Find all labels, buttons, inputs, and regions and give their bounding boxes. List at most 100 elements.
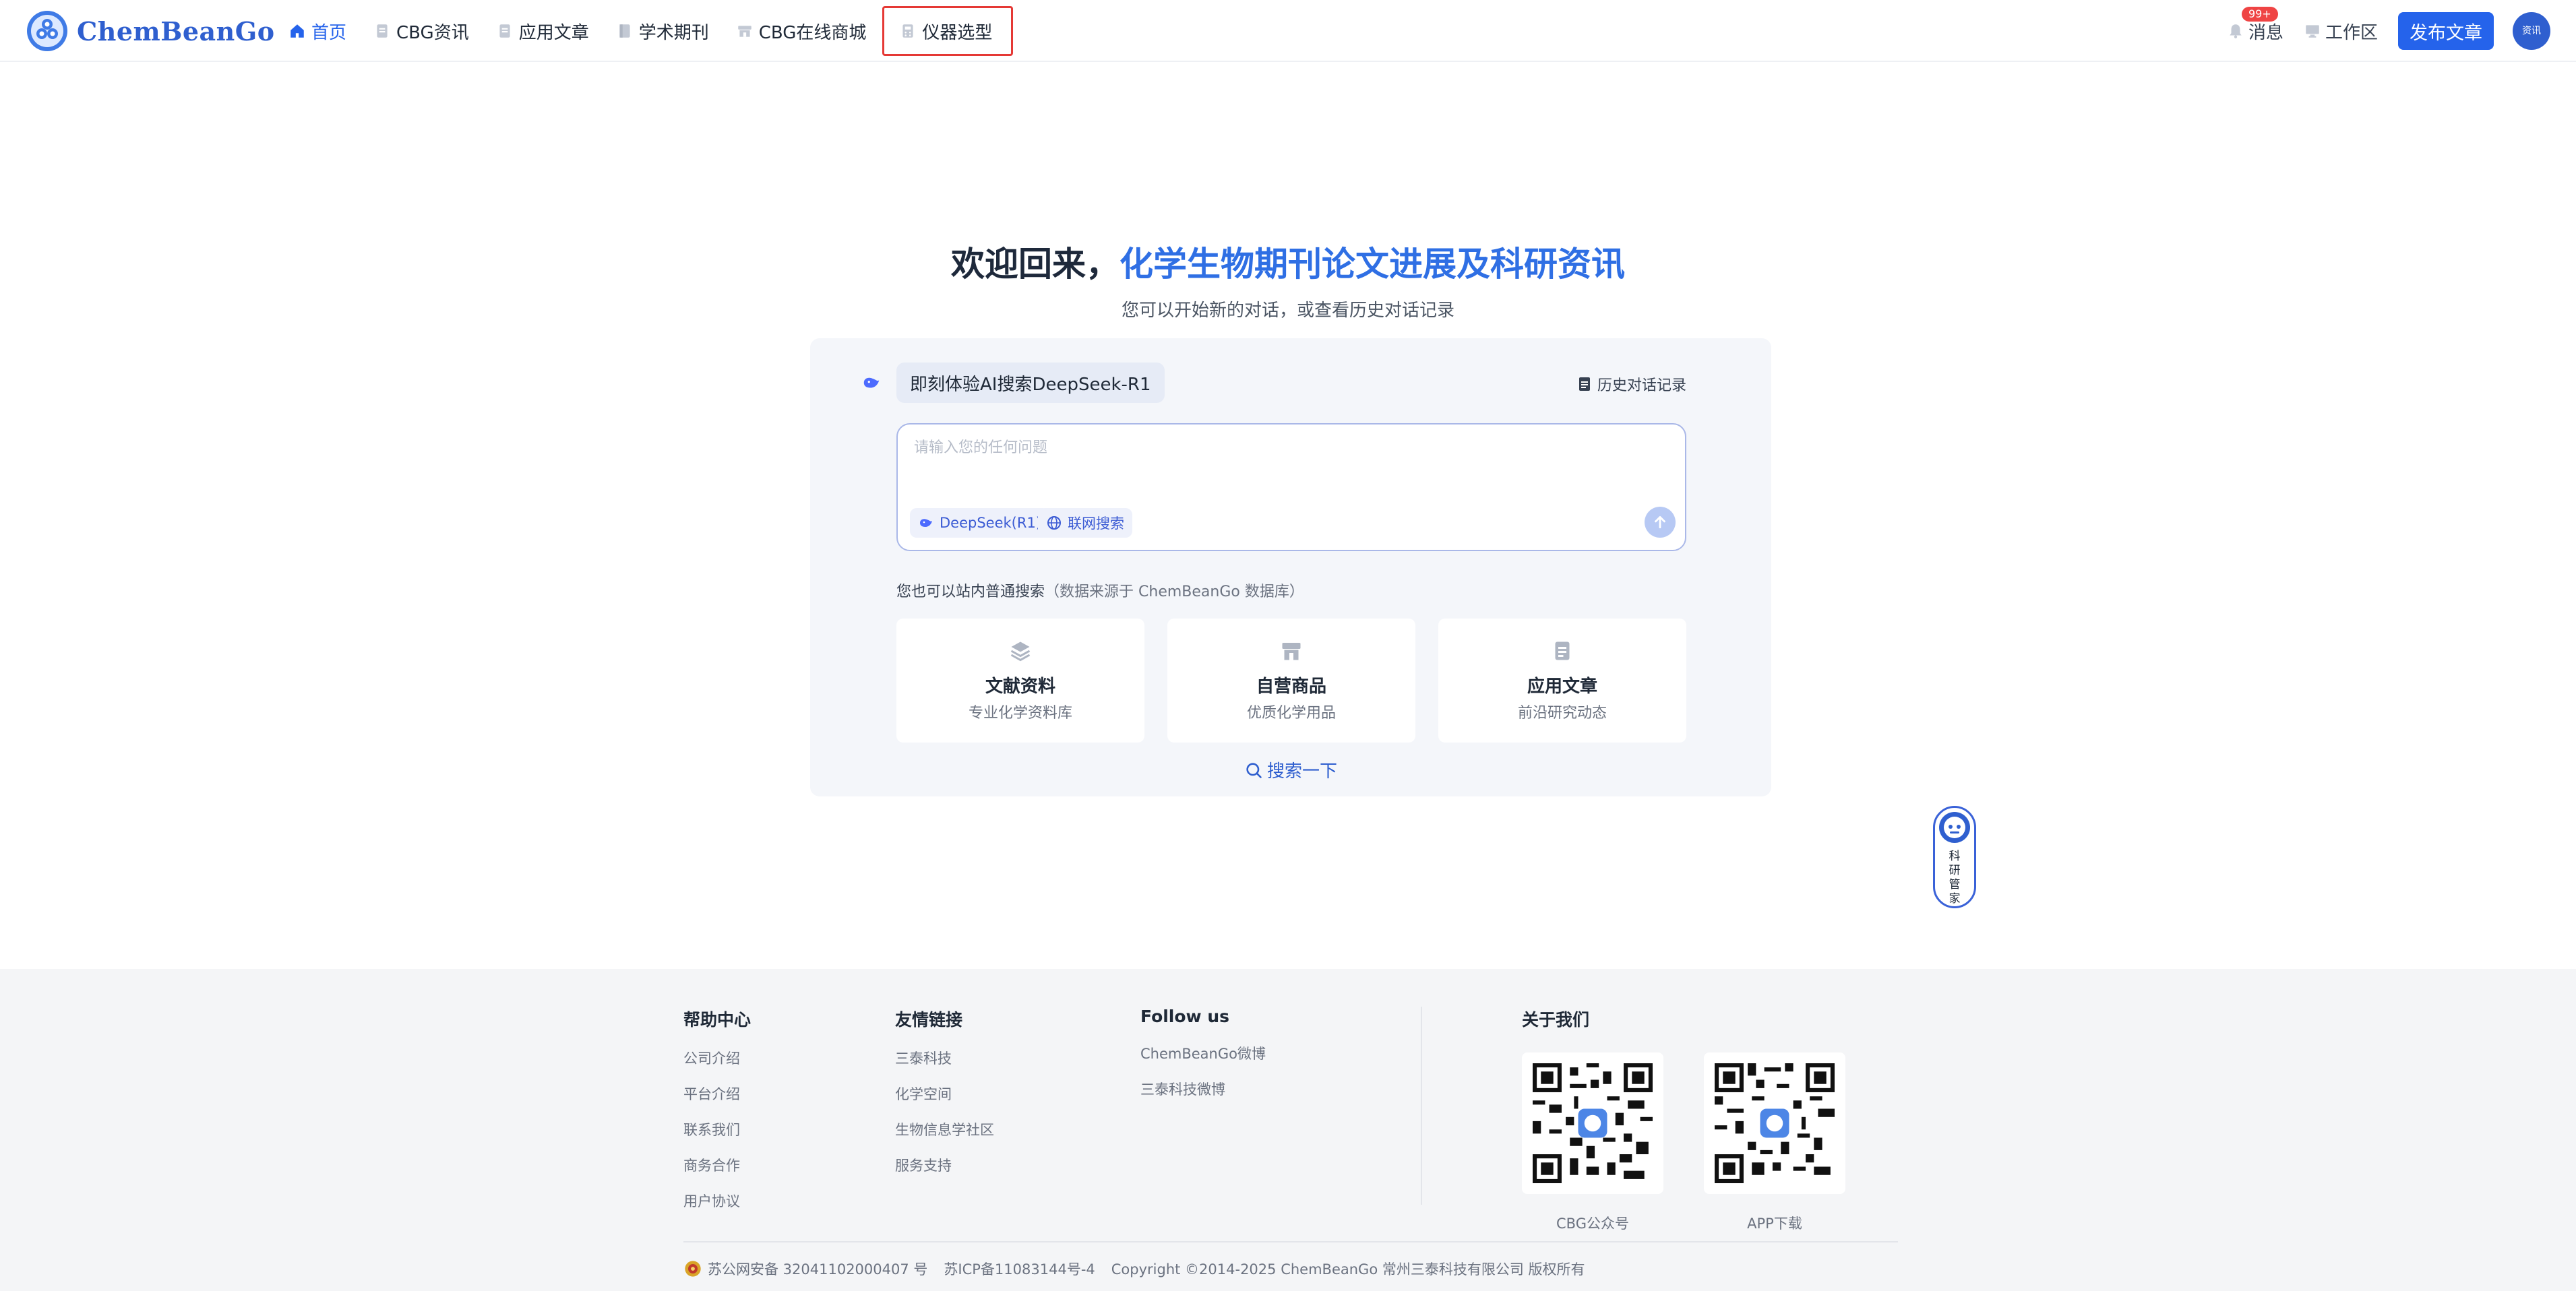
card-subtitle: 优质化学用品 bbox=[1246, 705, 1336, 722]
qr-code-official-account bbox=[1522, 1052, 1663, 1194]
footer-link[interactable]: 化学空间 bbox=[895, 1085, 994, 1121]
footer-link[interactable]: 商务合作 bbox=[683, 1157, 751, 1193]
document-icon bbox=[1550, 639, 1574, 663]
footer-bottom-divider bbox=[683, 1241, 1898, 1242]
search-icon bbox=[1244, 761, 1263, 780]
card-title: 文献资料 bbox=[985, 676, 1055, 697]
card-products[interactable]: 自营商品 优质化学用品 bbox=[1167, 619, 1415, 743]
nav-articles-label: 应用文章 bbox=[518, 22, 589, 43]
card-literature[interactable]: 文献资料 专业化学资料库 bbox=[896, 619, 1144, 743]
hint-main: 您也可以站内普通搜索 bbox=[896, 584, 1045, 600]
monitor-icon bbox=[2304, 22, 2321, 40]
search-category-cards: 文献资料 专业化学资料库 自营商品 优质化学用品 应用文章 前沿研究动态 bbox=[896, 619, 1686, 743]
history-link[interactable]: 历史对话记录 bbox=[1577, 373, 1686, 395]
document-icon bbox=[373, 22, 391, 40]
site-search-hint: 您也可以站内普通搜索（数据来源于 ChemBeanGo 数据库） bbox=[896, 579, 1304, 601]
footer-link[interactable]: 三泰科技 bbox=[895, 1050, 994, 1085]
footer-link[interactable]: ChemBeanGo微博 bbox=[1140, 1045, 1266, 1081]
avatar-text: 资讯 bbox=[2522, 26, 2541, 36]
send-button[interactable] bbox=[1645, 507, 1676, 538]
footer-link[interactable]: 服务支持 bbox=[895, 1157, 994, 1193]
chat-input-box: DeepSeek(R1) 联网搜索 bbox=[896, 423, 1686, 551]
footer-about-title: 关于我们 bbox=[1522, 1010, 1590, 1030]
card-title: 应用文章 bbox=[1527, 676, 1597, 697]
page-title: 欢迎回来，化学生物期刊论文进展及科研资讯 bbox=[0, 237, 2576, 286]
assistant-label: 科研管家 bbox=[1935, 850, 1974, 906]
card-articles[interactable]: 应用文章 前沿研究动态 bbox=[1438, 619, 1686, 743]
messages-label: 消息 bbox=[2248, 22, 2283, 43]
assistant-label-text: 科研管家 bbox=[1949, 850, 1961, 906]
nav-journals[interactable]: 学术期刊 bbox=[616, 12, 709, 50]
police-record[interactable]: 苏公网安备 32041102000407 号 bbox=[708, 1259, 927, 1279]
web-search-chip[interactable]: 联网搜索 bbox=[1038, 508, 1132, 538]
footer-friends-title: 友情链接 bbox=[895, 1010, 963, 1030]
nav-mall[interactable]: CBG在线商城 bbox=[736, 12, 867, 50]
messages-badge: 99+ bbox=[2241, 6, 2278, 22]
logo[interactable]: ChemBeanGo bbox=[26, 9, 275, 53]
card-subtitle: 前沿研究动态 bbox=[1517, 705, 1607, 722]
footer-link[interactable]: 三泰科技微博 bbox=[1140, 1081, 1266, 1116]
nav-mall-label: CBG在线商城 bbox=[758, 22, 867, 43]
deepseek-model-chip[interactable]: DeepSeek(R1) bbox=[910, 508, 1050, 538]
hint-source: （数据来源于 ChemBeanGo 数据库） bbox=[1045, 584, 1304, 600]
deepseek-model-label: DeepSeek(R1) bbox=[940, 515, 1042, 531]
store-icon bbox=[1279, 639, 1304, 663]
footer-help: 帮助中心 公司介绍 平台介绍 联系我们 商务合作 用户协议 bbox=[683, 1007, 751, 1228]
search-button[interactable]: 搜索一下 bbox=[810, 757, 1771, 782]
home-icon bbox=[288, 22, 306, 40]
qr-code-icon bbox=[1715, 1063, 1835, 1183]
nav-cbg-news[interactable]: CBG资讯 bbox=[373, 12, 469, 50]
footer-link[interactable]: 联系我们 bbox=[683, 1121, 751, 1157]
publish-article-button[interactable]: 发布文章 bbox=[2398, 12, 2494, 50]
robot-icon bbox=[1939, 812, 1970, 843]
footer-link[interactable]: 平台介绍 bbox=[683, 1085, 751, 1121]
avatar[interactable]: 资讯 bbox=[2513, 12, 2550, 50]
copyright: Copyright ©2014-2025 ChemBeanGo 常州三泰科技有限… bbox=[1111, 1261, 1585, 1278]
footer-link[interactable]: 生物信息学社区 bbox=[895, 1121, 994, 1157]
nav-cbg-news-label: CBG资讯 bbox=[396, 22, 469, 43]
card-subtitle: 专业化学资料库 bbox=[968, 705, 1072, 722]
footer-follow: Follow us ChemBeanGo微博 三泰科技微博 bbox=[1140, 1007, 1266, 1116]
store-icon bbox=[736, 22, 754, 40]
footer-link[interactable]: 用户协议 bbox=[683, 1193, 751, 1228]
footer-link[interactable]: 公司介绍 bbox=[683, 1050, 751, 1085]
document-icon bbox=[496, 22, 514, 40]
clipboard-icon bbox=[1577, 376, 1592, 392]
whale-icon bbox=[918, 515, 934, 531]
nav-instrument-selection-label: 仪器选型 bbox=[922, 22, 993, 43]
qr-label-official-account: CBG公众号 bbox=[1556, 1216, 1629, 1232]
workspace-label: 工作区 bbox=[2325, 22, 2378, 43]
main-nav: 首页 CBG资讯 应用文章 学术期刊 CBG在线商城 仪器选型 bbox=[288, 0, 1040, 62]
footer-about: 关于我们 bbox=[1522, 1007, 1589, 1050]
messages-button[interactable]: 消息 99+ bbox=[2227, 6, 2283, 44]
qr-label-app-download: APP下载 bbox=[1747, 1216, 1802, 1232]
history-label: 历史对话记录 bbox=[1597, 377, 1686, 394]
research-assistant-button[interactable]: 科研管家 bbox=[1933, 806, 1976, 908]
chat-input[interactable] bbox=[914, 435, 1662, 496]
icp-record[interactable]: 苏ICP备11083144号-4 bbox=[944, 1259, 1095, 1279]
bell-icon bbox=[2227, 22, 2244, 40]
qr-code-icon bbox=[1533, 1063, 1653, 1183]
whale-icon bbox=[861, 373, 882, 393]
nav-instrument-selection[interactable]: 仪器选型 bbox=[882, 6, 1014, 56]
qr-code-app-download bbox=[1704, 1052, 1845, 1194]
page-subtitle: 您可以开始新的对话，或查看历史对话记录 bbox=[1121, 301, 1454, 321]
footer: 帮助中心 公司介绍 平台介绍 联系我们 商务合作 用户协议 友情链接 三泰科技 … bbox=[0, 969, 2576, 1291]
arrow-up-icon bbox=[1651, 513, 1669, 531]
nav-articles[interactable]: 应用文章 bbox=[496, 12, 589, 50]
footer-follow-title: Follow us bbox=[1140, 1007, 1230, 1026]
nav-home-label: 首页 bbox=[311, 22, 347, 43]
workspace-button[interactable]: 工作区 bbox=[2304, 19, 2378, 44]
footer-legal: 苏公网安备 32041102000407 号 苏ICP备11083144号-4 … bbox=[683, 1259, 1601, 1279]
footer-friends: 友情链接 三泰科技 化学空间 生物信息学社区 服务支持 bbox=[895, 1007, 994, 1193]
card-title: 自营商品 bbox=[1256, 676, 1326, 697]
ai-promo-row: 即刻体验AI搜索DeepSeek-R1 bbox=[861, 363, 1165, 403]
ai-search-pill[interactable]: 即刻体验AI搜索DeepSeek-R1 bbox=[896, 363, 1165, 403]
web-search-label: 联网搜索 bbox=[1068, 515, 1124, 532]
footer-divider bbox=[1421, 1007, 1422, 1205]
header-actions: 消息 99+ 工作区 发布文章 资讯 bbox=[2227, 0, 2576, 62]
top-header: ChemBeanGo 首页 CBG资讯 应用文章 学术期刊 CBG在线商城 仪器… bbox=[0, 0, 2576, 62]
nav-home[interactable]: 首页 bbox=[288, 12, 346, 50]
calculator-icon bbox=[899, 22, 917, 40]
logo-icon bbox=[26, 9, 69, 53]
